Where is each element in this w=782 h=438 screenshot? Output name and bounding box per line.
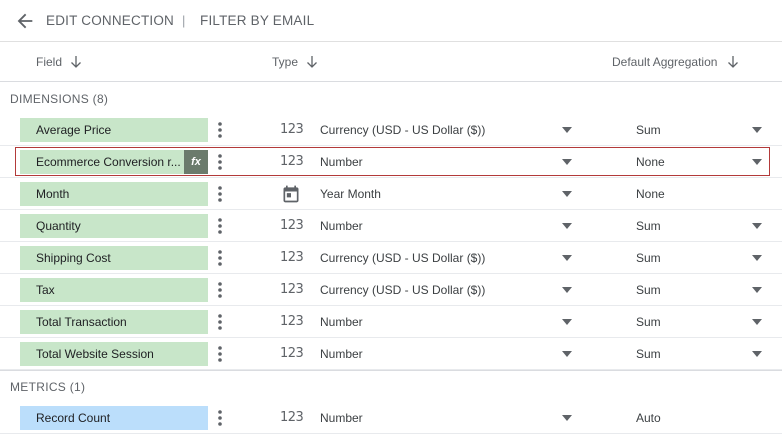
- aggregation-value: Sum: [636, 219, 661, 233]
- field-name-chip[interactable]: Record Count: [20, 406, 208, 430]
- aggregation-dropdown-icon[interactable]: [752, 319, 762, 325]
- column-type-header[interactable]: Type: [272, 55, 318, 69]
- field-name: Record Count: [36, 411, 111, 425]
- field-name: Tax: [36, 283, 55, 297]
- field-row-average-price[interactable]: Average Price 123 Currency (USD - US Dol…: [0, 114, 782, 146]
- aggregation-dropdown-icon[interactable]: [752, 127, 762, 133]
- number-type-icon: 123: [280, 282, 304, 297]
- aggregation-value: Sum: [636, 347, 661, 361]
- field-type-value: Number: [320, 155, 363, 169]
- aggregation-dropdown-icon[interactable]: [752, 287, 762, 293]
- field-name: Shipping Cost: [36, 251, 111, 265]
- field-row-ecommerce-conversion-r[interactable]: Ecommerce Conversion r... fx 123 Number …: [0, 146, 782, 178]
- field-name-chip[interactable]: Month: [20, 182, 208, 206]
- more-vert-icon[interactable]: [214, 120, 226, 140]
- arrow-down-icon: [307, 56, 317, 68]
- dimensions-section-label: DIMENSIONS (8): [10, 92, 109, 106]
- field-type-value: Currency (USD - US Dollar ($)): [320, 251, 486, 265]
- field-name-chip[interactable]: Tax: [20, 278, 208, 302]
- aggregation-value: Auto: [636, 411, 661, 425]
- more-vert-icon[interactable]: [214, 248, 226, 268]
- number-type-icon: 123: [280, 250, 304, 265]
- aggregation-value: Sum: [636, 315, 661, 329]
- more-vert-icon[interactable]: [214, 184, 226, 204]
- aggregation-value: None: [636, 155, 665, 169]
- field-type-value: Number: [320, 411, 363, 425]
- metrics-section-label: METRICS (1): [10, 380, 86, 394]
- aggregation-value: None: [636, 187, 665, 201]
- field-type-value: Year Month: [320, 187, 381, 201]
- more-vert-icon[interactable]: [214, 344, 226, 364]
- type-dropdown-icon[interactable]: [562, 319, 572, 325]
- column-aggregation-label: Default Aggregation: [612, 55, 718, 69]
- field-type-value: Number: [320, 219, 363, 233]
- column-field-header[interactable]: Field: [36, 55, 82, 69]
- field-name: Ecommerce Conversion r...: [36, 155, 181, 169]
- field-name: Month: [36, 187, 70, 201]
- aggregation-value: Sum: [636, 123, 661, 137]
- field-row-tax[interactable]: Tax 123 Currency (USD - US Dollar ($)) S…: [0, 274, 782, 306]
- number-type-icon: 123: [280, 314, 304, 329]
- field-name: Average Price: [36, 123, 112, 137]
- arrow-down-icon: [71, 56, 81, 68]
- field-name-chip[interactable]: Total Website Session: [20, 342, 208, 366]
- field-name-chip[interactable]: Shipping Cost: [20, 246, 208, 270]
- title-separator: |: [182, 13, 186, 28]
- aggregation-dropdown-icon[interactable]: [752, 223, 762, 229]
- more-vert-icon[interactable]: [214, 280, 226, 300]
- field-type-value: Currency (USD - US Dollar ($)): [320, 283, 486, 297]
- calculated-field-fx-badge[interactable]: fx: [184, 150, 208, 174]
- more-vert-icon[interactable]: [214, 216, 226, 236]
- calendar-icon: [283, 185, 299, 203]
- section-divider: [0, 370, 782, 371]
- type-dropdown-icon[interactable]: [562, 191, 572, 197]
- field-row-shipping-cost[interactable]: Shipping Cost 123 Currency (USD - US Dol…: [0, 242, 782, 274]
- field-name-chip[interactable]: Average Price: [20, 118, 208, 142]
- data-source-title: FILTER BY EMAIL: [200, 13, 315, 28]
- edit-connection-link[interactable]: EDIT CONNECTION: [46, 13, 174, 28]
- arrow-left-icon[interactable]: [14, 10, 36, 32]
- type-dropdown-icon[interactable]: [562, 415, 572, 421]
- aggregation-value: Sum: [636, 251, 661, 265]
- field-name: Total Website Session: [36, 347, 154, 361]
- top-bar: EDIT CONNECTION | FILTER BY EMAIL: [0, 0, 782, 42]
- number-type-icon: 123: [280, 410, 304, 425]
- field-row-total-website-session[interactable]: Total Website Session 123 Number Sum: [0, 338, 782, 370]
- type-dropdown-icon[interactable]: [562, 351, 572, 357]
- aggregation-dropdown-icon[interactable]: [752, 255, 762, 261]
- number-type-icon: 123: [280, 346, 304, 361]
- type-dropdown-icon[interactable]: [562, 159, 572, 165]
- field-type-value: Number: [320, 315, 363, 329]
- aggregation-dropdown-icon[interactable]: [752, 159, 762, 165]
- type-dropdown-icon[interactable]: [562, 255, 572, 261]
- column-aggregation-header[interactable]: Default Aggregation: [612, 55, 739, 69]
- field-row-total-transaction[interactable]: Total Transaction 123 Number Sum: [0, 306, 782, 338]
- number-type-icon: 123: [280, 218, 304, 233]
- type-dropdown-icon[interactable]: [562, 223, 572, 229]
- field-row-quantity[interactable]: Quantity 123 Number Sum: [0, 210, 782, 242]
- aggregation-dropdown-icon[interactable]: [752, 351, 762, 357]
- field-name: Total Transaction: [36, 315, 127, 329]
- field-name-chip[interactable]: Ecommerce Conversion r...: [20, 150, 184, 174]
- field-type-value: Currency (USD - US Dollar ($)): [320, 123, 486, 137]
- number-type-icon: 123: [280, 122, 304, 137]
- field-name: Quantity: [36, 219, 81, 233]
- type-dropdown-icon[interactable]: [562, 287, 572, 293]
- type-dropdown-icon[interactable]: [562, 127, 572, 133]
- arrow-down-icon: [728, 56, 739, 68]
- column-field-label: Field: [36, 55, 63, 69]
- field-row-record-count[interactable]: Record Count 123 Number Auto: [0, 402, 782, 434]
- field-row-month[interactable]: Month Year Month None: [0, 178, 782, 210]
- more-vert-icon[interactable]: [214, 152, 226, 172]
- field-type-value: Number: [320, 347, 363, 361]
- more-vert-icon[interactable]: [214, 408, 226, 428]
- aggregation-value: Sum: [636, 283, 661, 297]
- more-vert-icon[interactable]: [214, 312, 226, 332]
- column-type-label: Type: [272, 55, 299, 69]
- field-name-chip[interactable]: Total Transaction: [20, 310, 208, 334]
- table-header: Field Type Default Aggregation: [0, 42, 782, 82]
- number-type-icon: 123: [280, 154, 304, 169]
- field-name-chip[interactable]: Quantity: [20, 214, 208, 238]
